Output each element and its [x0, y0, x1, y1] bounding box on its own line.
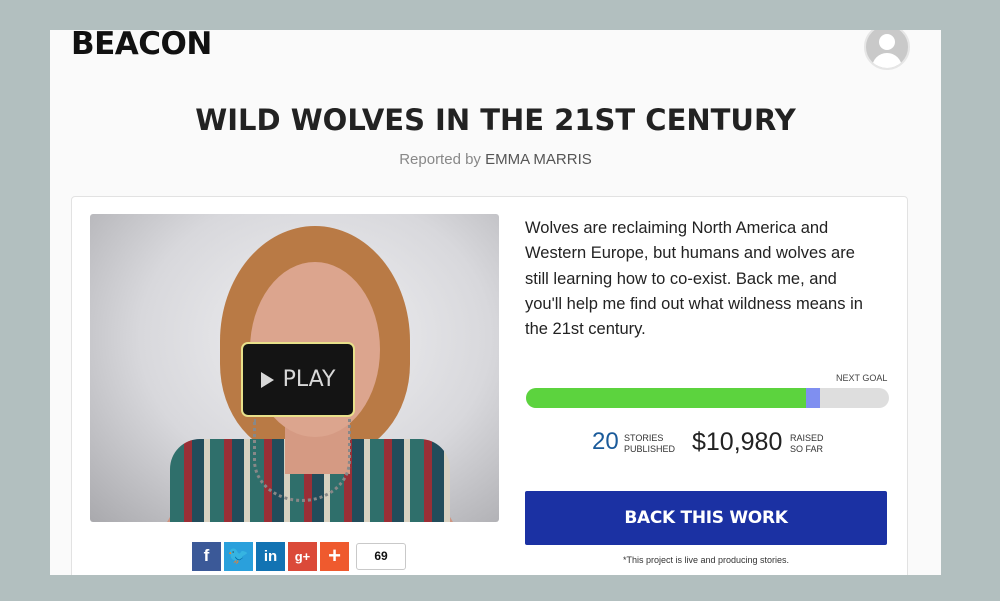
- play-button[interactable]: PLAY: [241, 342, 355, 417]
- google-plus-icon: g+: [294, 548, 311, 564]
- byline-prefix: Reported by: [399, 151, 481, 168]
- more-share-button[interactable]: +: [320, 541, 349, 571]
- funding-progress-bar: [526, 388, 889, 408]
- project-card: PLAY Wolves are reclaiming North America…: [71, 196, 908, 575]
- more-share-icon: +: [328, 543, 341, 568]
- play-label: PLAY: [282, 367, 336, 392]
- stories-label: STORIES PUBLISHED: [624, 433, 676, 454]
- byline: Reported by EMMA MARRIS: [50, 151, 941, 168]
- page: BEACON WILD WOLVES IN THE 21ST CENTURY R…: [50, 30, 941, 575]
- brand-logo[interactable]: BEACON: [71, 30, 212, 62]
- google-plus-share-button[interactable]: g+: [288, 541, 317, 571]
- share-bar: f 🐦 in g+ + 69: [192, 541, 406, 571]
- linkedin-icon: in: [263, 547, 278, 565]
- facebook-icon: f: [203, 546, 210, 565]
- raised-label: RAISED SO FAR: [790, 433, 824, 454]
- back-this-work-button[interactable]: BACK THIS WORK: [525, 491, 887, 545]
- share-count: 69: [356, 542, 406, 570]
- progress-fill: [526, 388, 806, 408]
- stories-count: 20: [592, 428, 619, 455]
- twitter-icon: 🐦: [227, 546, 250, 565]
- page-title: WILD WOLVES IN THE 21ST CENTURY: [195, 103, 796, 137]
- next-goal-label: NEXT GOAL: [836, 373, 888, 383]
- progress-marker: [805, 388, 820, 408]
- twitter-share-button[interactable]: 🐦: [224, 541, 253, 571]
- facebook-share-button[interactable]: f: [192, 541, 221, 571]
- project-description: Wolves are reclaiming North America and …: [525, 219, 863, 339]
- user-avatar-icon[interactable]: [864, 30, 910, 70]
- play-icon: [260, 371, 274, 388]
- raised-amount: $10,980: [692, 428, 783, 456]
- linkedin-share-button[interactable]: in: [256, 541, 285, 571]
- project-status-note: *This project is live and producing stor…: [622, 555, 790, 565]
- video-player[interactable]: PLAY: [90, 214, 499, 522]
- author-name[interactable]: EMMA MARRIS: [485, 151, 592, 168]
